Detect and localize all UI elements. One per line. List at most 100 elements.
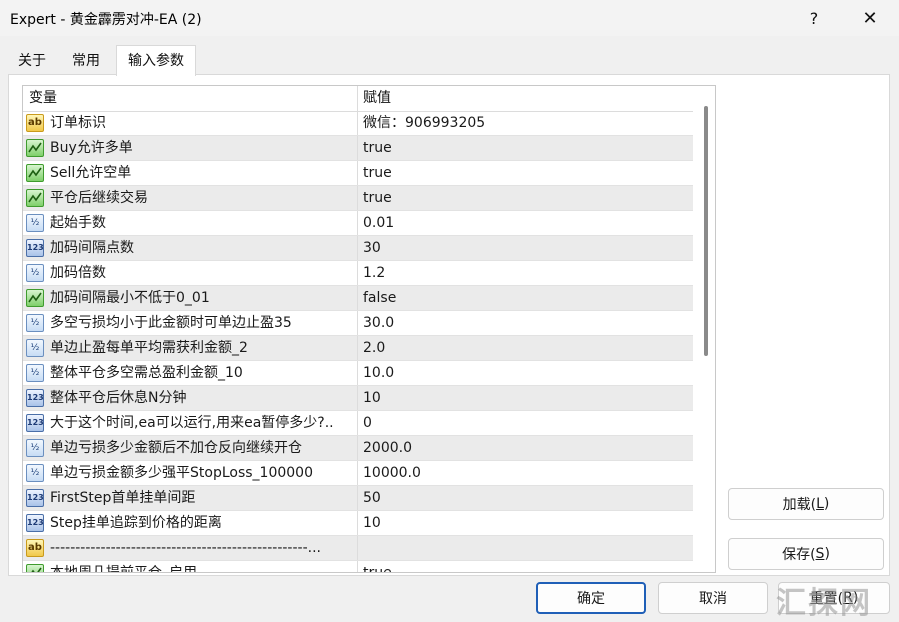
column-divider (357, 361, 358, 385)
table-row[interactable]: 123 FirstStep首单挂单间距 50 (23, 486, 693, 511)
load-button-label: 加载( (782, 497, 817, 513)
parameter-name: 本地周几提前平仓_启用 (50, 565, 197, 573)
table-row[interactable]: ½ 多空亏损均小于此金额时可单边止盈35 30.0 (23, 311, 693, 336)
parameter-name: 大于这个时间,ea可以运行,用来ea暂停多少?.. (50, 415, 334, 431)
double-type-icon: ½ (26, 339, 44, 357)
help-button[interactable]: ? (792, 0, 836, 36)
ok-button[interactable]: 确定 (536, 582, 646, 614)
table-row[interactable]: ½ 单边亏损金额多少强平StopLoss_100000 10000.0 (23, 461, 693, 486)
tab-input-parameters[interactable]: 输入参数 (116, 45, 196, 76)
string-type-icon: ab (26, 539, 44, 557)
table-row[interactable]: 123 Step挂单追踪到价格的距离 10 (23, 511, 693, 536)
double-type-icon: ½ (26, 214, 44, 232)
table-row[interactable]: ½ 整体平仓多空需总盈利金额_10 10.0 (23, 361, 693, 386)
parameter-value[interactable]: 10 (363, 386, 381, 410)
column-divider (357, 386, 358, 410)
parameter-name: Step挂单追踪到价格的距离 (50, 515, 222, 531)
parameter-value[interactable]: true (363, 136, 392, 160)
integer-type-icon: 123 (26, 489, 44, 507)
table-row[interactable]: 加码间隔最小不低于0_01 false (23, 286, 693, 311)
scrollbar-thumb[interactable] (704, 106, 708, 356)
parameter-value[interactable]: false (363, 286, 396, 310)
integer-type-icon: 123 (26, 414, 44, 432)
watermark-logo: 汇探网 (776, 586, 872, 621)
integer-type-icon: 123 (26, 389, 44, 407)
cancel-button[interactable]: 取消 (658, 582, 768, 614)
parameter-name: 单边止盈每单平均需获利金额_2 (50, 340, 248, 356)
save-button-label: 保存( (782, 547, 816, 563)
save-button-label-end: ) (824, 546, 830, 562)
header-divider (357, 86, 358, 111)
table-row[interactable]: 123 加码间隔点数 30 (23, 236, 693, 261)
table-row[interactable]: 平仓后继续交易 true (23, 186, 693, 211)
grid-header: 变量 赋值 (23, 86, 693, 112)
parameter-name: 加码间隔点数 (50, 240, 134, 256)
bool-type-icon (26, 289, 44, 307)
column-divider (357, 536, 358, 560)
parameter-value[interactable]: 10.0 (363, 361, 394, 385)
save-button-hotkey: S (815, 546, 825, 562)
table-row[interactable]: Buy允许多单 true (23, 136, 693, 161)
column-divider (357, 511, 358, 535)
table-row[interactable]: 123 大于这个时间,ea可以运行,用来ea暂停多少?.. 0 (23, 411, 693, 436)
parameter-value[interactable]: 30 (363, 236, 381, 260)
parameter-value[interactable]: 30.0 (363, 311, 394, 335)
parameter-value[interactable]: 微信：906993205 (363, 111, 485, 135)
parameter-name: 单边亏损多少金额后不加仓反向继续开仓 (50, 440, 302, 456)
tab-about[interactable]: 关于 (8, 48, 56, 74)
parameter-name: 多空亏损均小于此金额时可单边止盈35 (50, 315, 292, 331)
parameter-name: 整体平仓多空需总盈利金额_10 (50, 365, 243, 381)
double-type-icon: ½ (26, 264, 44, 282)
parameter-name: 加码间隔最小不低于0_01 (50, 290, 210, 306)
parameter-name: 整体平仓后休息N分钟 (50, 390, 187, 406)
column-divider (357, 161, 358, 185)
parameter-name: ----------------------------------------… (50, 540, 321, 556)
parameter-value[interactable]: 2000.0 (363, 436, 412, 460)
column-divider (357, 236, 358, 260)
close-button[interactable]: ✕ (848, 0, 892, 36)
parameter-name: Sell允许空单 (50, 165, 132, 181)
parameter-value[interactable]: 10000.0 (363, 461, 421, 485)
column-divider (357, 286, 358, 310)
parameter-value[interactable]: 1.2 (363, 261, 385, 285)
table-row[interactable]: ½ 单边止盈每单平均需获利金额_2 2.0 (23, 336, 693, 361)
parameter-name: 起始手数 (50, 215, 106, 231)
table-row[interactable]: ½ 起始手数 0.01 (23, 211, 693, 236)
table-row[interactable]: Sell允许空单 true (23, 161, 693, 186)
table-row[interactable]: ½ 加码倍数 1.2 (23, 261, 693, 286)
table-row[interactable]: ab 订单标识 微信：906993205 (23, 111, 693, 136)
parameter-name: Buy允许多单 (50, 140, 133, 156)
parameter-name: 加码倍数 (50, 265, 106, 281)
column-divider (357, 486, 358, 510)
table-row[interactable]: ab --------------------------------------… (23, 536, 693, 561)
parameter-value[interactable]: true (363, 161, 392, 185)
column-divider (357, 461, 358, 485)
parameter-value[interactable]: true (363, 561, 392, 572)
parameter-value[interactable]: 2.0 (363, 336, 385, 360)
parameter-value[interactable]: 10 (363, 511, 381, 535)
bool-type-icon (26, 564, 44, 572)
header-value[interactable]: 赋值 (363, 86, 391, 111)
table-row[interactable]: 123 整体平仓后休息N分钟 10 (23, 386, 693, 411)
header-variable[interactable]: 变量 (29, 86, 57, 111)
parameter-value[interactable]: true (363, 186, 392, 210)
load-button[interactable]: 加载(L) (728, 488, 884, 520)
integer-type-icon: 123 (26, 514, 44, 532)
table-row[interactable]: 本地周几提前平仓_启用 true (23, 561, 693, 573)
double-type-icon: ½ (26, 364, 44, 382)
double-type-icon: ½ (26, 464, 44, 482)
column-divider (357, 111, 358, 135)
parameter-value[interactable]: 50 (363, 486, 381, 510)
column-divider (357, 336, 358, 360)
integer-type-icon: 123 (26, 239, 44, 257)
column-divider (357, 186, 358, 210)
save-button[interactable]: 保存(S) (728, 538, 884, 570)
table-row[interactable]: ½ 单边亏损多少金额后不加仓反向继续开仓 2000.0 (23, 436, 693, 461)
tab-common[interactable]: 常用 (60, 48, 112, 74)
parameter-value[interactable]: 0.01 (363, 211, 394, 235)
parameter-name: 平仓后继续交易 (50, 190, 148, 206)
parameter-value[interactable]: 0 (363, 411, 372, 435)
parameter-name: 单边亏损金额多少强平StopLoss_100000 (50, 465, 313, 481)
string-type-icon: ab (26, 114, 44, 132)
parameter-name: FirstStep首单挂单间距 (50, 490, 196, 506)
